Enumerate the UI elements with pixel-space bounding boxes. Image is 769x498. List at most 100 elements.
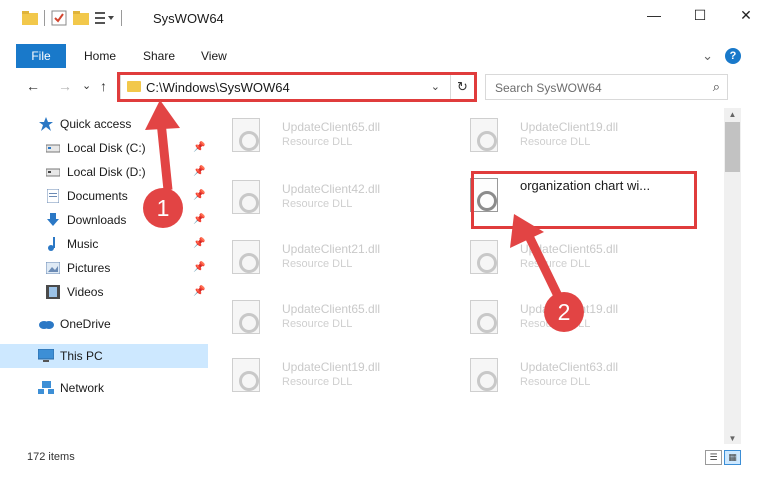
vertical-scrollbar[interactable]: ▲ ▼: [724, 108, 741, 444]
file-item[interactable]: UpdateClient65.dll Resource DLL: [218, 112, 448, 164]
divider: [121, 10, 122, 26]
sidebar-item-videos[interactable]: Videos: [45, 281, 103, 303]
sidebar-item-local-disk-d[interactable]: Local Disk (D:): [45, 161, 146, 183]
up-button[interactable]: ↑: [100, 78, 107, 94]
step-2-badge: 2: [544, 292, 584, 332]
scroll-thumb[interactable]: [725, 122, 740, 172]
navigation-pane: Quick access Local Disk (C:) 📌 Local Dis…: [0, 108, 210, 438]
new-folder-icon[interactable]: [73, 11, 89, 25]
sidebar-item-label: Music: [67, 237, 99, 251]
divider: [44, 10, 45, 26]
pin-icon: 📌: [193, 286, 206, 297]
file-name: UpdateClient65.dll: [282, 120, 381, 134]
dll-file-icon: [232, 358, 260, 392]
file-highlight-box: [471, 171, 697, 229]
close-button[interactable]: ✕: [723, 0, 769, 30]
details-view-icon[interactable]: ☰: [705, 450, 722, 465]
step-1-badge: 1: [143, 188, 183, 228]
large-icons-view-icon[interactable]: ▦: [724, 450, 741, 465]
sidebar-item-label: OneDrive: [60, 317, 111, 331]
dll-file-icon: [470, 300, 498, 334]
properties-icon[interactable]: [51, 10, 67, 26]
dll-file-icon: [470, 240, 498, 274]
file-type: Resource DLL: [282, 376, 353, 388]
file-type: Resource DLL: [520, 258, 591, 270]
tab-home[interactable]: Home: [84, 49, 116, 63]
pin-icon: 📌: [193, 238, 206, 249]
expand-ribbon-icon[interactable]: ⌄: [702, 48, 713, 64]
maximize-button[interactable]: ☐: [677, 0, 723, 30]
quick-access-toolbar: [22, 10, 122, 26]
file-item[interactable]: UpdateClient63.dll Resource DLL: [456, 352, 686, 404]
file-item[interactable]: UpdateClient19.dll Resource DLL: [218, 352, 448, 404]
forward-button[interactable]: →: [58, 78, 72, 94]
file-item[interactable]: UpdateClient65.dll Resource DLL: [218, 294, 448, 346]
file-type: Resource DLL: [282, 258, 353, 270]
title-bar: SysWOW64 — ☐ ✕: [0, 0, 769, 38]
file-type: Resource DLL: [520, 376, 591, 388]
file-name: UpdateClient21.dll: [282, 242, 381, 256]
sidebar-item-label: Network: [60, 381, 105, 395]
sidebar-item-local-disk-c[interactable]: Local Disk (C:): [45, 137, 146, 159]
dll-file-icon: [470, 118, 498, 152]
computer-icon: [38, 348, 54, 364]
sidebar-item-label: This PC: [60, 349, 103, 363]
sidebar-item-network[interactable]: Network: [38, 377, 104, 399]
pin-icon: 📌: [193, 190, 206, 201]
dll-file-icon: [232, 180, 260, 214]
sidebar-item-label: Quick access: [60, 117, 132, 131]
dll-file-icon: [232, 300, 260, 334]
sidebar-item-onedrive[interactable]: OneDrive: [38, 313, 111, 335]
file-type: Resource DLL: [282, 198, 353, 210]
pin-icon: 📌: [193, 166, 206, 177]
window-title: SysWOW64: [153, 11, 224, 26]
documents-icon: [45, 188, 61, 204]
minimize-button[interactable]: —: [631, 0, 677, 30]
music-icon: [45, 236, 61, 252]
file-name: UpdateClient42.dll: [282, 182, 381, 196]
ribbon-tabs: File Home Share View ⌄ ?: [0, 44, 769, 68]
file-item[interactable]: UpdateClient65.dll Resource DLL: [456, 234, 686, 286]
sidebar-item-this-pc[interactable]: This PC: [38, 345, 103, 367]
dll-file-icon: [232, 240, 260, 274]
sidebar-item-documents[interactable]: Documents: [45, 185, 128, 207]
tab-view[interactable]: View: [201, 49, 227, 63]
sidebar-item-pictures[interactable]: Pictures: [45, 257, 110, 279]
file-type: Resource DLL: [282, 318, 353, 330]
search-input[interactable]: Search SysWOW64 ⌕: [485, 74, 728, 100]
scroll-down-icon[interactable]: ▼: [724, 432, 741, 444]
sidebar-item-quick-access[interactable]: Quick access: [38, 113, 131, 135]
file-type: Resource DLL: [520, 136, 591, 148]
customize-toolbar-icon[interactable]: [95, 11, 115, 25]
search-icon[interactable]: ⌕: [713, 79, 720, 95]
back-button[interactable]: ←: [26, 78, 40, 94]
sidebar-item-label: Downloads: [67, 213, 127, 227]
pin-icon: 📌: [193, 142, 206, 153]
dll-file-icon: [470, 358, 498, 392]
file-item[interactable]: UpdateClient21.dll Resource DLL: [218, 234, 448, 286]
file-item[interactable]: UpdateClient42.dll Resource DLL: [218, 174, 448, 226]
file-name: UpdateClient19.dll: [282, 360, 381, 374]
recent-locations-button[interactable]: ⌄: [82, 79, 91, 92]
scroll-up-icon[interactable]: ▲: [724, 108, 741, 120]
status-bar: 172 items ☰ ▦: [0, 448, 769, 468]
pictures-icon: [45, 260, 61, 276]
file-name: UpdateClient65.dll: [520, 242, 619, 256]
sidebar-item-downloads[interactable]: Downloads: [45, 209, 126, 231]
address-row: ← → ⌄ ↑ C:\Windows\SysWOW64 ⌄ ↻ Search S…: [0, 70, 769, 104]
drive-icon: [45, 164, 61, 180]
help-icon[interactable]: ?: [725, 48, 741, 64]
sidebar-item-music[interactable]: Music: [45, 233, 98, 255]
item-count: 172 items: [27, 451, 75, 463]
file-name: UpdateClient65.dll: [282, 302, 381, 316]
tab-file[interactable]: File: [16, 44, 66, 68]
drive-icon: [45, 140, 61, 156]
pin-icon: 📌: [193, 262, 206, 273]
sidebar-item-label: Pictures: [67, 261, 111, 275]
selection-highlight: [0, 344, 208, 368]
file-item[interactable]: UpdateClient19.dll Resource DLL: [456, 112, 686, 164]
file-name: UpdateClient63.dll: [520, 360, 619, 374]
tab-share[interactable]: Share: [143, 49, 175, 63]
search-placeholder: Search SysWOW64: [495, 81, 602, 95]
cloud-icon: [38, 316, 54, 332]
